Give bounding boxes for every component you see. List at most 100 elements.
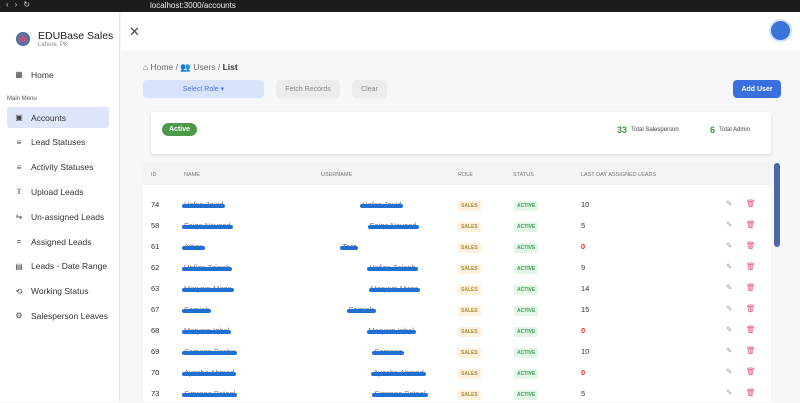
cell-username: Ayesha Ahmad <box>371 368 427 377</box>
status-badge: ACTIVE <box>514 243 539 253</box>
table-row: 58 Faiqa Naveed Faiqa Naveed SALES ACTIV… <box>143 214 771 235</box>
cell-id: 68 <box>151 326 160 335</box>
sidebar: EDUBase Sales Lahore, PK ▦ Home Main Menu… <box>0 12 120 402</box>
sidebar-item-activity-statuses[interactable]: ≡ Activity Statuses <box>7 157 109 178</box>
table-row: 73 Simrana Batool Simrana Batool SALES A… <box>143 382 771 403</box>
breadcrumb-users[interactable]: Users <box>193 62 215 72</box>
sidebar-item-lead-statuses[interactable]: ≡ Lead Statuses <box>7 132 109 153</box>
sidebar-item-accounts[interactable]: ▣ Accounts <box>7 107 109 128</box>
url-bar[interactable]: localhost:3000/accounts <box>150 1 236 10</box>
breadcrumb: ⌂ Home / 👥 Users / List <box>143 62 238 72</box>
edit-icon[interactable]: ✎ <box>726 262 732 271</box>
status-badge: ACTIVE <box>514 285 539 295</box>
cell-name: Samana Bashir <box>181 347 238 356</box>
edit-icon[interactable]: ✎ <box>726 346 732 355</box>
users-table: ID NAME USERNAME ROLE STATUS LAST DAY AS… <box>143 163 771 402</box>
status-badge: ACTIVE <box>514 306 539 316</box>
edit-icon[interactable]: ✎ <box>726 388 732 397</box>
header-username[interactable]: USERNAME <box>321 172 352 178</box>
cell-name: Hafiza Zainab <box>181 263 233 272</box>
edit-icon[interactable]: ✎ <box>726 241 732 250</box>
sidebar-item-salesperson-leaves[interactable]: ⚙ Salesperson Leaves <box>7 305 109 326</box>
fetch-records-button[interactable]: Fetch Records <box>276 80 340 98</box>
admin-label: Total Admin <box>719 127 751 133</box>
edit-icon[interactable]: ✎ <box>726 283 732 292</box>
sidebar-item-working-status[interactable]: ⟲ Working Status <box>7 281 109 302</box>
delete-icon[interactable]: 🗑 <box>746 367 756 376</box>
edit-icon[interactable]: ✎ <box>726 220 732 229</box>
role-badge: SALES <box>458 243 481 253</box>
browser-nav-icons[interactable]: ‹›↻ <box>6 0 36 9</box>
edit-icon[interactable]: ✎ <box>726 304 732 313</box>
list-icon: = <box>16 237 22 246</box>
cell-id: 63 <box>151 284 160 293</box>
delete-icon[interactable]: 🗑 <box>746 241 756 250</box>
sidebar-item-upload-leads[interactable]: ⇪ Upload Leads <box>7 181 109 202</box>
cell-leads: 0 <box>581 242 586 251</box>
delete-icon[interactable]: 🗑 <box>746 220 756 229</box>
cell-username: Samana <box>372 347 405 356</box>
caret-down-icon: ▾ <box>220 86 225 93</box>
table-row: 68 Maryam Iqbal Maryam Iqbal SALES ACTIV… <box>143 319 771 340</box>
breadcrumb-home[interactable]: Home <box>151 62 174 72</box>
edit-icon[interactable]: ✎ <box>726 367 732 376</box>
upload-icon: ⇪ <box>15 187 23 197</box>
brand: EDUBase Sales Lahore, PK <box>16 30 113 48</box>
header-leads[interactable]: LAST DAY ASSIGNED LEADS <box>581 172 656 178</box>
summary-card: Active 33 Total Salesperson 6 Total Admin <box>151 112 771 154</box>
delete-icon[interactable]: 🗑 <box>746 283 756 292</box>
delete-icon[interactable]: 🗑 <box>746 346 756 355</box>
unlink-icon: ⇋ <box>15 212 23 222</box>
cell-leads: 14 <box>581 284 590 293</box>
cell-username: Hafiza Zainab <box>367 263 418 272</box>
sidebar-item-leads-date-range[interactable]: ▤ Leads - Date Range <box>7 256 109 277</box>
table-row: 69 Samana Bashir Samana SALES ACTIVE 10 … <box>143 340 771 361</box>
cell-id: 74 <box>151 200 160 209</box>
edit-icon[interactable]: ✎ <box>726 199 732 208</box>
avatar[interactable] <box>769 19 792 42</box>
scrollbar[interactable] <box>774 163 780 247</box>
add-user-button[interactable]: Add User <box>733 80 781 98</box>
home-icon: ⌂ <box>143 62 149 72</box>
role-badge: SALES <box>458 306 481 316</box>
cell-id: 67 <box>151 305 160 314</box>
table-row: 67 Samiah Samiah SALES ACTIVE 15 ✎ 🗑 <box>143 298 771 319</box>
header-status[interactable]: STATUS <box>513 172 534 178</box>
cell-name: Hafsa Javid <box>181 200 226 209</box>
role-badge: SALES <box>458 348 481 358</box>
delete-icon[interactable]: 🗑 <box>746 262 756 271</box>
sidebar-item-label: Activity Statuses <box>31 162 94 173</box>
user-card-icon: ▣ <box>15 113 23 122</box>
sidebar-item-assigned-leads[interactable]: = Assigned Leads <box>7 231 109 252</box>
close-icon[interactable]: ✕ <box>129 24 140 40</box>
status-badge: ACTIVE <box>514 369 539 379</box>
sidebar-item-label: Un-assigned Leads <box>31 211 105 222</box>
delete-icon[interactable]: 🗑 <box>746 304 756 313</box>
cell-leads: 5 <box>581 389 586 398</box>
cell-id: 61 <box>151 242 160 251</box>
clear-button[interactable]: Clear <box>352 80 387 98</box>
table-row: 61 Attiqa Test SALES ACTIVE 0 ✎ 🗑 <box>143 235 771 256</box>
delete-icon[interactable]: 🗑 <box>746 199 756 208</box>
role-badge: SALES <box>458 327 481 337</box>
cell-id: 73 <box>151 389 160 398</box>
status-badge: ACTIVE <box>514 390 539 400</box>
header-id[interactable]: ID <box>151 172 157 178</box>
select-role-dropdown[interactable]: Select Role ▾ <box>143 80 264 98</box>
list-icon: ≡ <box>16 137 22 147</box>
role-badge: SALES <box>458 264 481 274</box>
cell-leads: 0 <box>581 368 586 377</box>
header-name[interactable]: NAME <box>184 172 200 178</box>
sidebar-item-home[interactable]: ▦ Home <box>7 64 109 85</box>
delete-icon[interactable]: 🗑 <box>746 325 756 334</box>
header: ✕ <box>121 12 800 52</box>
browser-bar: ‹›↻ localhost:3000/accounts <box>0 0 800 12</box>
status-badge: ACTIVE <box>514 348 539 358</box>
edit-icon[interactable]: ✎ <box>726 325 732 334</box>
users-icon: 👥 <box>180 62 191 72</box>
header-role[interactable]: ROLE <box>458 172 473 178</box>
cell-leads: 9 <box>581 263 586 272</box>
delete-icon[interactable]: 🗑 <box>746 388 756 397</box>
sidebar-item-label: Accounts <box>31 112 66 123</box>
sidebar-item-un-assigned-leads[interactable]: ⇋ Un-assigned Leads <box>7 206 109 227</box>
